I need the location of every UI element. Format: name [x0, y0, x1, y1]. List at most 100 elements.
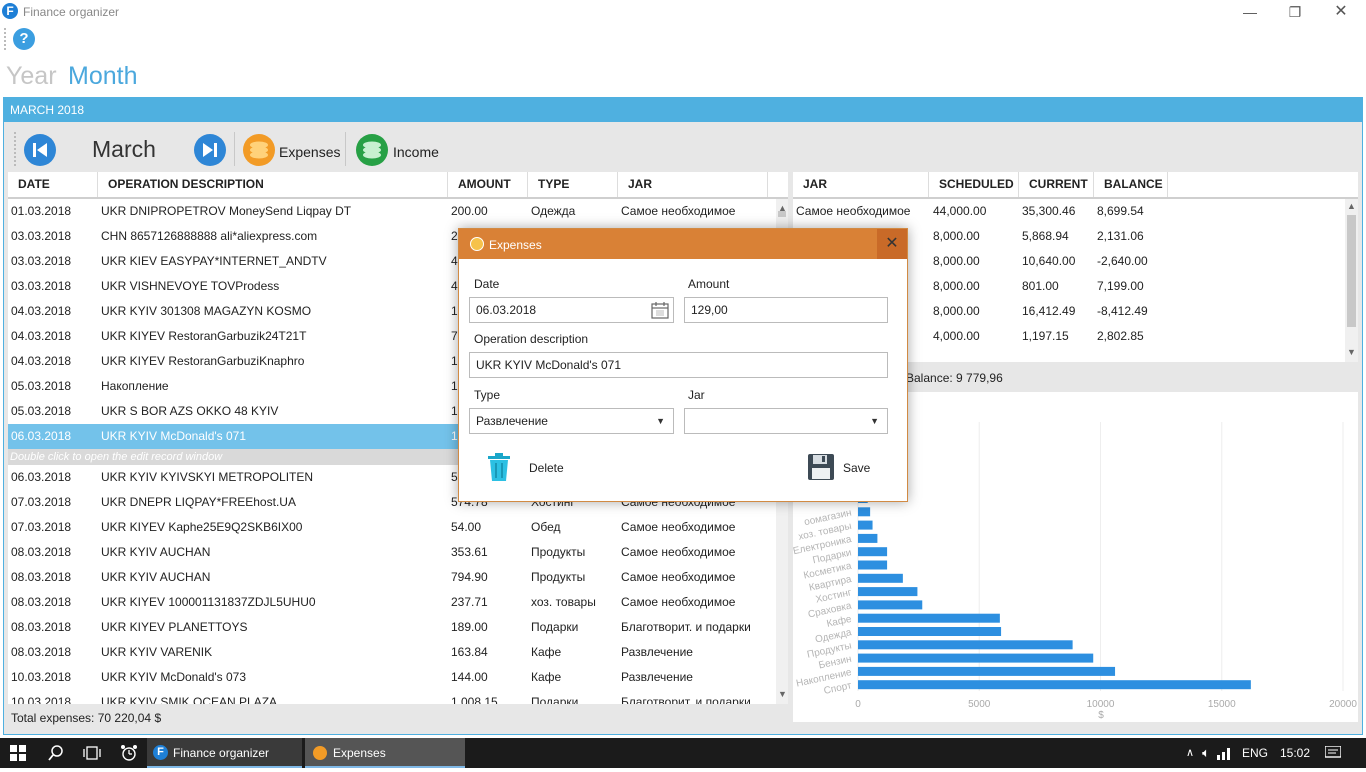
search-icon[interactable]	[38, 738, 74, 768]
scroll-up-arrow-icon[interactable]: ▲	[1347, 201, 1356, 211]
column-header-date[interactable]: DATE	[8, 172, 98, 197]
cell-scheduled: 8,000.00	[933, 304, 980, 318]
cell-date: 03.03.2018	[11, 279, 72, 293]
next-month-button[interactable]	[194, 134, 226, 166]
column-header-jar[interactable]: JAR	[793, 172, 929, 197]
cell-desc: UKR KYIV AUCHAN	[101, 570, 211, 584]
cell-jar: Благотворит. и подарки	[621, 620, 751, 634]
table-row[interactable]: Самое необходимое 44,000.00 35,300.46 8,699…	[793, 199, 1345, 224]
start-button[interactable]	[0, 738, 36, 768]
cell-type: Обед	[531, 520, 561, 534]
prev-month-button[interactable]	[24, 134, 56, 166]
cell-date: 06.03.2018	[11, 429, 72, 443]
network-icon[interactable]	[1215, 738, 1233, 768]
cell-amount: 1	[451, 429, 458, 443]
notifications-icon[interactable]	[1318, 738, 1348, 768]
jar-select[interactable]: ▼	[684, 408, 888, 434]
amount-field[interactable]: 129,00	[684, 297, 888, 323]
income-coins-icon[interactable]	[356, 134, 388, 166]
dialog-close-button[interactable]: ✕	[877, 229, 907, 259]
column-header-amount[interactable]: AMOUNT	[448, 172, 528, 197]
restore-button[interactable]: ❐	[1285, 2, 1305, 22]
column-header-balance[interactable]: BALANCE	[1094, 172, 1168, 197]
table-row[interactable]: 08.03.2018 UKR KIYEV PLANETTOYS 189.00 Пода…	[8, 615, 776, 640]
expenses-coins-icon[interactable]	[243, 134, 275, 166]
cell-desc: CHN 8657126888888 ali*aliexpress.com	[101, 229, 318, 243]
table-row[interactable]: 07.03.2018 UKR KIYEV Kaphe25E9Q2SKB6IX00 5…	[8, 515, 776, 540]
cell-date: 08.03.2018	[11, 620, 72, 634]
delete-button[interactable]: Delete	[485, 452, 605, 482]
amount-label: Amount	[688, 277, 730, 291]
chart-bar	[858, 666, 1116, 676]
cell-balance: 7,199.00	[1097, 279, 1144, 293]
coins-icon	[313, 746, 327, 760]
taskbar-app-expenses[interactable]: Expenses	[305, 738, 465, 768]
cell-scheduled: 8,000.00	[933, 279, 980, 293]
cell-date: 04.03.2018	[11, 354, 72, 368]
cell-date: 01.03.2018	[11, 204, 72, 218]
window-title: Finance organizer	[23, 5, 120, 19]
table-row[interactable]: 08.03.2018 UKR KYIV AUCHAN 794.90 Продукты С…	[8, 565, 776, 590]
toolbar: March Expenses Income	[4, 122, 792, 174]
cell-desc: UKR KYIV AUCHAN	[101, 545, 211, 559]
language-indicator[interactable]: ENG	[1242, 738, 1268, 768]
close-button[interactable]: ✕	[1331, 2, 1351, 22]
app-logo-icon: F	[2, 3, 18, 19]
description-label: Operation description	[474, 332, 589, 346]
scroll-thumb[interactable]	[1347, 215, 1356, 327]
cell-balance: 2,802.85	[1097, 329, 1144, 343]
column-header-jar[interactable]: JAR	[618, 172, 768, 197]
cell-desc: UKR S BOR AZS OKKO 48 KYIV	[101, 404, 279, 418]
cell-amount: 794.90	[451, 570, 488, 584]
cell-desc: UKR DNIPROPETROV MoneySend Liqpay DT	[101, 204, 352, 218]
alarm-clock-icon[interactable]	[111, 738, 147, 768]
cell-desc: UKR KYIV McDonald's 071	[101, 429, 247, 443]
scroll-down-arrow-icon[interactable]: ▼	[1347, 347, 1356, 357]
jars-scrollbar[interactable]: ▲ ▼	[1345, 199, 1358, 362]
cell-amount: 4	[451, 279, 458, 293]
expenses-button[interactable]: Expenses	[279, 144, 340, 160]
x-tick-label: 20000	[1329, 699, 1357, 710]
chart-bar	[858, 547, 888, 557]
clock[interactable]: 15:02	[1280, 738, 1310, 768]
tab-month[interactable]: Month	[68, 62, 137, 91]
description-field[interactable]: UKR KYIV McDonald's 071	[469, 352, 888, 378]
minimize-button[interactable]: —	[1240, 2, 1260, 22]
table-row[interactable]: 08.03.2018 UKR KIYEV 100001131837ZDJL5UHU…	[8, 590, 776, 615]
cell-desc: UKR KYIV SMIK OCEAN PLAZA	[101, 695, 278, 704]
chevron-up-icon[interactable]: ∧	[1183, 738, 1197, 768]
x-tick-label: 0	[855, 699, 861, 710]
cell-amount: 144.00	[451, 670, 488, 684]
calendar-icon[interactable]	[651, 301, 669, 319]
cell-type: хоз. товары	[531, 595, 596, 609]
task-view-icon[interactable]	[74, 738, 110, 768]
cell-desc: UKR VISHNEVOYE TOVProdess	[101, 279, 280, 293]
scroll-thumb[interactable]	[778, 211, 786, 217]
cell-date: 05.03.2018	[11, 379, 72, 393]
table-row[interactable]: 10.03.2018 UKR KYIV McDonald's 073 144.00 К…	[8, 665, 776, 690]
type-select[interactable]: Развлечение ▼	[469, 408, 674, 434]
save-label: Save	[843, 461, 871, 475]
table-row[interactable]: 08.03.2018 UKR KYIV VARENIK 163.84 Кафе Разв…	[8, 640, 776, 665]
speaker-icon[interactable]: 🔈︎	[1197, 738, 1215, 768]
table-row[interactable]: 08.03.2018 UKR KYIV AUCHAN 353.61 Продукты С…	[8, 540, 776, 565]
cell-balance: 8,699.54	[1097, 204, 1144, 218]
cell-desc: UKR KIEV EASYPAY*INTERNET_ANDTV	[101, 254, 327, 268]
table-row[interactable]: 10.03.2018 UKR KYIV SMIK OCEAN PLAZA 1,008…	[8, 690, 776, 704]
table-row[interactable]: 01.03.2018 UKR DNIPROPETROV MoneySend Liq…	[8, 199, 776, 224]
column-header-type[interactable]: TYPE	[528, 172, 618, 197]
income-button[interactable]: Income	[393, 144, 439, 160]
save-button[interactable]: Save	[807, 453, 887, 483]
column-header-scheduled[interactable]: SCHEDULED	[929, 172, 1019, 197]
cell-type: Кафе	[531, 670, 562, 684]
column-header-description[interactable]: OPERATION DESCRIPTION	[98, 172, 448, 197]
help-button[interactable]: ?	[13, 28, 35, 50]
scroll-down-arrow-icon[interactable]: ▼	[778, 689, 787, 699]
date-picker[interactable]: 06.03.2018	[469, 297, 674, 323]
tab-year[interactable]: Year	[6, 62, 57, 91]
x-tick-label: 5000	[968, 699, 991, 710]
cell-jar: Развлечение	[621, 670, 693, 684]
taskbar-app-finance-organizer[interactable]: F Finance organizer	[147, 738, 302, 768]
cell-current: 1,197.15	[1022, 329, 1069, 343]
column-header-current[interactable]: CURRENT	[1019, 172, 1094, 197]
